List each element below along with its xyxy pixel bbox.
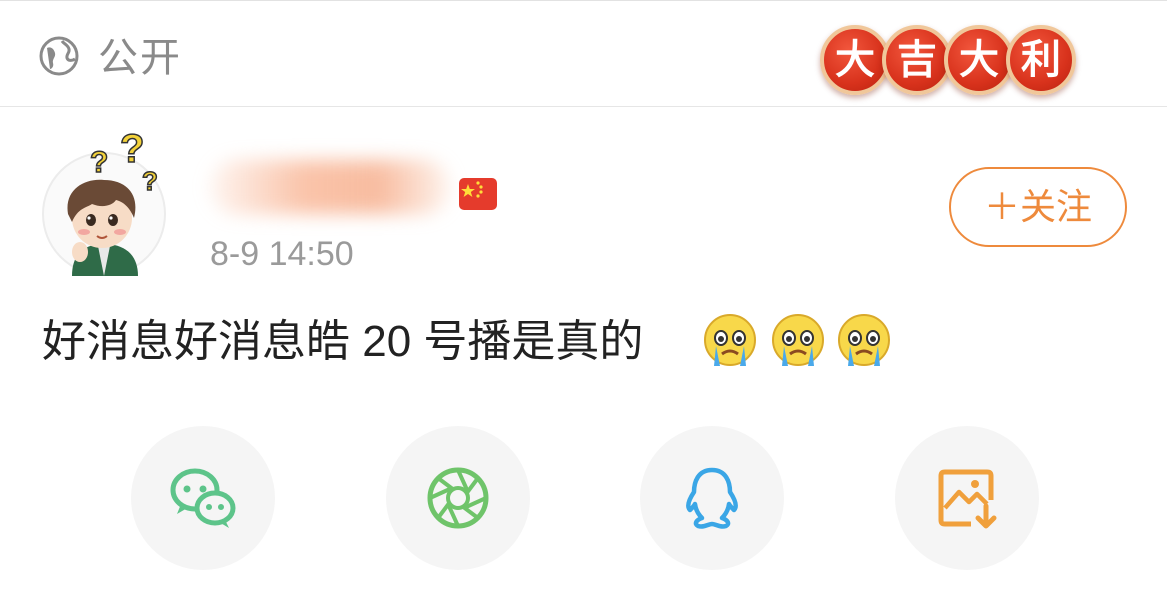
festive-badge: 吉 <box>882 25 952 95</box>
flag-china-icon <box>459 178 497 210</box>
svg-text:?: ? <box>142 166 158 196</box>
avatar[interactable]: ? ? ? <box>42 126 166 276</box>
post-text: 好消息好消息皓 20 号播是真的 <box>42 317 644 366</box>
top-bar: 公开 大 吉 大 利 <box>0 0 1167 107</box>
share-moments-button[interactable] <box>386 426 530 570</box>
post-timestamp: 8-9 14:50 <box>210 235 354 273</box>
save-image-icon <box>938 469 997 529</box>
svg-text:?: ? <box>120 127 144 171</box>
festive-badge: 利 <box>1006 25 1076 95</box>
save-image-button[interactable] <box>895 426 1039 570</box>
follow-button[interactable]: ＋关注 <box>949 167 1127 247</box>
moments-icon <box>427 467 489 529</box>
festive-badge: 大 <box>944 25 1014 95</box>
crying-face-icon <box>704 314 756 366</box>
wechat-icon <box>170 468 236 528</box>
festive-badge: 大 <box>820 25 890 95</box>
festive-badge-group: 大 吉 大 利 <box>820 25 1090 105</box>
qq-icon <box>686 467 738 529</box>
username-redacted[interactable] <box>210 160 450 214</box>
svg-text:?: ? <box>90 146 108 179</box>
avatar-illustration: ? ? ? <box>67 126 159 276</box>
visibility-label[interactable]: 公开 <box>98 34 182 82</box>
crying-face-icon <box>838 314 890 366</box>
crying-face-icon <box>772 314 824 366</box>
share-wechat-button[interactable] <box>131 426 275 570</box>
globe-icon <box>39 36 79 76</box>
share-qq-button[interactable] <box>640 426 784 570</box>
